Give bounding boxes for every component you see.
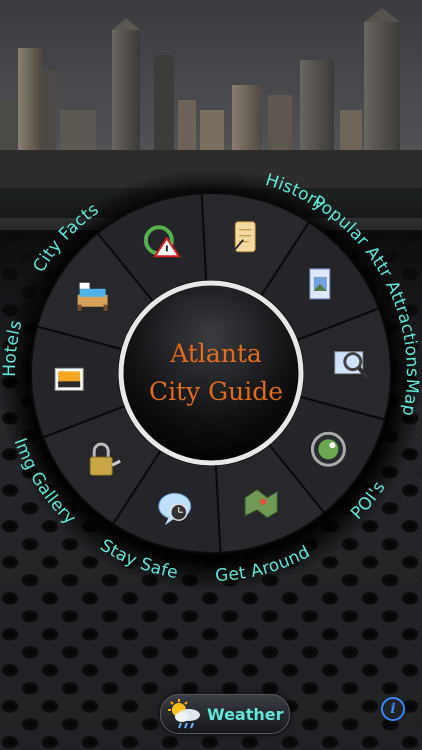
radial-menu-wheel: HistoryPopular Attr AttractionsMapPOI'sG… xyxy=(0,168,422,592)
scroll-quill-icon xyxy=(230,221,256,255)
center-title-line1: Atlanta xyxy=(169,339,262,368)
center-hub[interactable]: Atlanta City Guide xyxy=(118,280,304,466)
weather-button[interactable]: Weather xyxy=(160,694,290,734)
weather-label: Weather xyxy=(207,704,284,724)
magnifier-image-icon xyxy=(334,351,369,379)
picture-frame-icon xyxy=(309,268,331,300)
center-title-line2: City Guide xyxy=(149,377,283,406)
photo-sunset-icon xyxy=(54,367,84,391)
map-pin-icon xyxy=(310,431,346,467)
info-icon[interactable]: i xyxy=(381,697,405,721)
sun-cloud-rain-icon xyxy=(167,699,201,729)
